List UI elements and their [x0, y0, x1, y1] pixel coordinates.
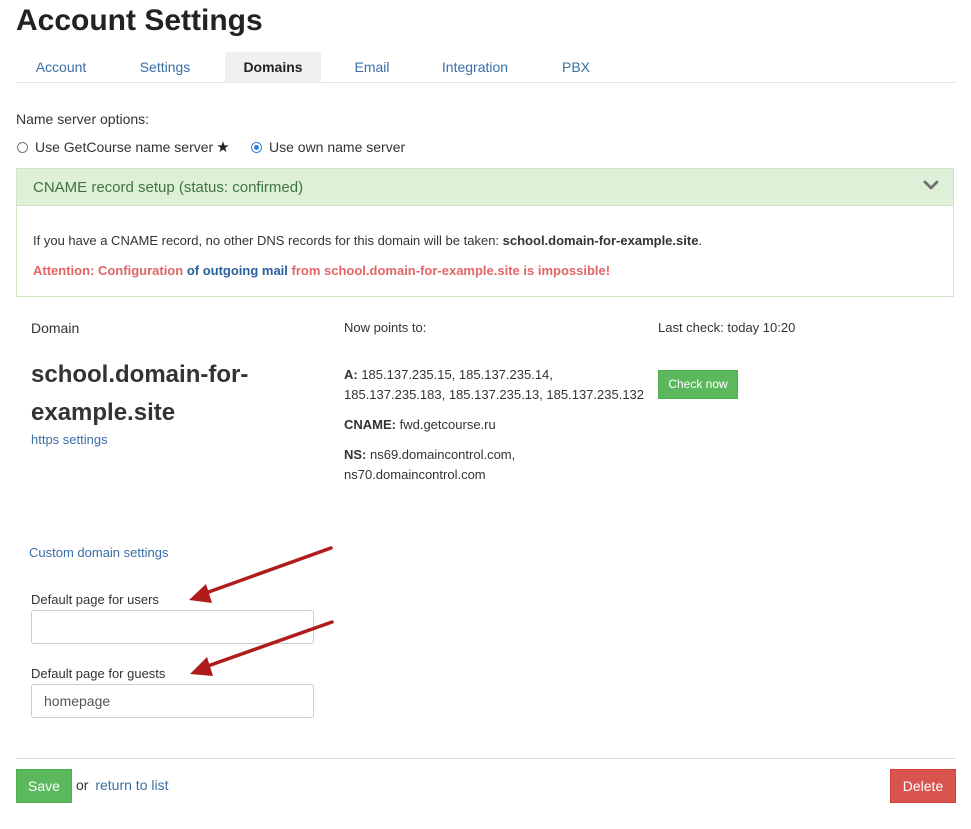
save-button[interactable]: Save	[16, 769, 72, 803]
annotation-arrow-guests	[190, 620, 334, 676]
footer-divider	[16, 758, 956, 759]
return-to-list-link[interactable]: return to list	[95, 777, 168, 793]
annotation-arrow-users	[189, 546, 333, 603]
delete-button[interactable]: Delete	[890, 769, 956, 803]
footer-or-text: or return to list	[76, 777, 169, 793]
annotation-arrows	[189, 546, 334, 676]
